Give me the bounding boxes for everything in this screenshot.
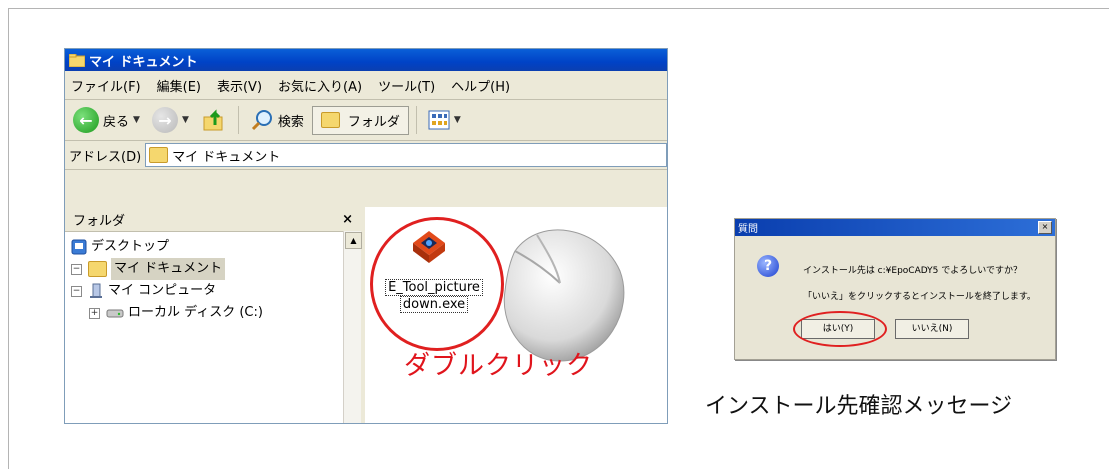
file-name-line1: E_Tool_picture [385, 279, 483, 296]
installer-exe-icon[interactable] [411, 229, 447, 265]
folder-pane-title: フォルダ [73, 213, 126, 229]
computer-icon [90, 283, 102, 298]
folder-icon [88, 261, 107, 277]
menu-edit[interactable]: 編集(E) [157, 76, 201, 95]
question-icon: ? [757, 255, 779, 277]
views-icon [428, 110, 450, 130]
tree-item-label: デスクトップ [91, 239, 170, 254]
dialog-message-line1: インストール先は c:¥EpoCADY5 でよろしいですか？ [803, 266, 1022, 276]
forward-button[interactable]: → ▼ [148, 105, 193, 135]
dialog-message-line2: 「いいえ」をクリックするとインストールを終了します。 [803, 292, 1036, 302]
content-area: フォルダ × デスクトップ − マイ ドキュメント − マイ コンピュータ + … [65, 207, 667, 423]
file-name-line2: down.exe [399, 296, 469, 313]
expand-icon[interactable]: + [89, 307, 100, 319]
back-button[interactable]: ← 戻る ▼ [69, 105, 144, 135]
installer-file-name[interactable]: E_Tool_picture down.exe [377, 279, 491, 313]
menu-view[interactable]: 表示(V) [217, 76, 262, 95]
folder-pane: フォルダ × デスクトップ − マイ ドキュメント − マイ コンピュータ + … [65, 207, 365, 423]
chevron-down-icon[interactable]: ▼ [133, 115, 140, 125]
dialog-caption: インストール先確認メッセージ [705, 394, 1013, 419]
chevron-down-icon[interactable]: ▼ [454, 115, 461, 125]
folder-tree: デスクトップ − マイ ドキュメント − マイ コンピュータ + ローカル ディ… [65, 232, 361, 328]
disk-icon [106, 309, 124, 318]
folder-pane-scrollbar[interactable]: ▲ [343, 231, 362, 423]
highlight-circle [793, 311, 887, 347]
address-bar: アドレス(D) マイ ドキュメント [65, 141, 667, 170]
scroll-up-arrow-icon[interactable]: ▲ [345, 232, 362, 249]
address-label: アドレス(D) [69, 149, 142, 165]
menu-help[interactable]: ヘルプ(H) [451, 76, 510, 95]
back-label: 戻る [103, 114, 130, 130]
collapse-icon[interactable]: − [71, 263, 82, 275]
files-pane: E_Tool_picture down.exe [365, 207, 667, 423]
folder-icon [68, 53, 86, 67]
close-icon[interactable]: × [1038, 221, 1052, 234]
forward-arrow-icon: → [151, 107, 178, 133]
close-icon[interactable]: × [342, 212, 353, 227]
confirm-dialog: 質問 × ? インストール先は c:¥EpoCADY5 でよろしいですか？ 「い… [734, 218, 1056, 360]
tree-item-my-computer[interactable]: − マイ コンピュータ [71, 280, 355, 302]
tree-item-desktop[interactable]: デスクトップ [71, 236, 355, 258]
tree-item-local-disk[interactable]: + ローカル ディスク (C:) [71, 302, 355, 324]
dialog-title: 質問 [738, 224, 758, 235]
folders-button[interactable]: フォルダ [311, 105, 409, 135]
tree-item-label: ローカル ディスク (C:) [128, 305, 263, 320]
chevron-down-icon[interactable]: ▼ [182, 115, 189, 125]
search-label: 検索 [277, 114, 304, 130]
menu-file[interactable]: ファイル(F) [71, 76, 141, 95]
address-field[interactable]: マイ ドキュメント [145, 143, 667, 167]
back-arrow-icon: ← [73, 107, 99, 133]
toolbar: ← 戻る ▼ → ▼ 検索 フォルダ ▼ [65, 100, 667, 141]
collapse-icon[interactable]: − [71, 285, 82, 297]
menu-bar: ファイル(F) 編集(E) 表示(V) お気に入り(A) ツール(T) ヘルプ(… [65, 71, 667, 100]
menu-favorites[interactable]: お気に入り(A) [278, 76, 362, 95]
search-button[interactable]: 検索 [246, 106, 308, 134]
no-button[interactable]: いいえ(N) [895, 319, 969, 339]
tree-item-label: マイ ドキュメント [111, 258, 226, 280]
folders-label: フォルダ [347, 114, 400, 130]
up-folder-icon [203, 109, 223, 131]
folder-icon [320, 112, 340, 128]
tree-item-my-documents[interactable]: − マイ ドキュメント [71, 258, 355, 280]
folder-pane-header: フォルダ × [65, 207, 361, 232]
window-titlebar[interactable]: マイ ドキュメント [65, 49, 667, 71]
dialog-titlebar[interactable]: 質問 × [735, 219, 1055, 236]
views-button[interactable]: ▼ [424, 108, 465, 132]
up-folder-button[interactable] [197, 105, 231, 135]
menu-tools[interactable]: ツール(T) [378, 76, 435, 95]
toolbar-separator [415, 106, 417, 134]
tree-item-label: マイ コンピュータ [108, 283, 217, 298]
double-click-annotation: ダブルクリック [404, 351, 594, 381]
folder-icon [149, 147, 169, 163]
address-value: マイ ドキュメント [172, 149, 281, 165]
desktop-icon [71, 239, 87, 255]
window-title: マイ ドキュメント [89, 54, 198, 70]
toolbar-separator [237, 106, 239, 134]
search-icon [251, 110, 272, 131]
